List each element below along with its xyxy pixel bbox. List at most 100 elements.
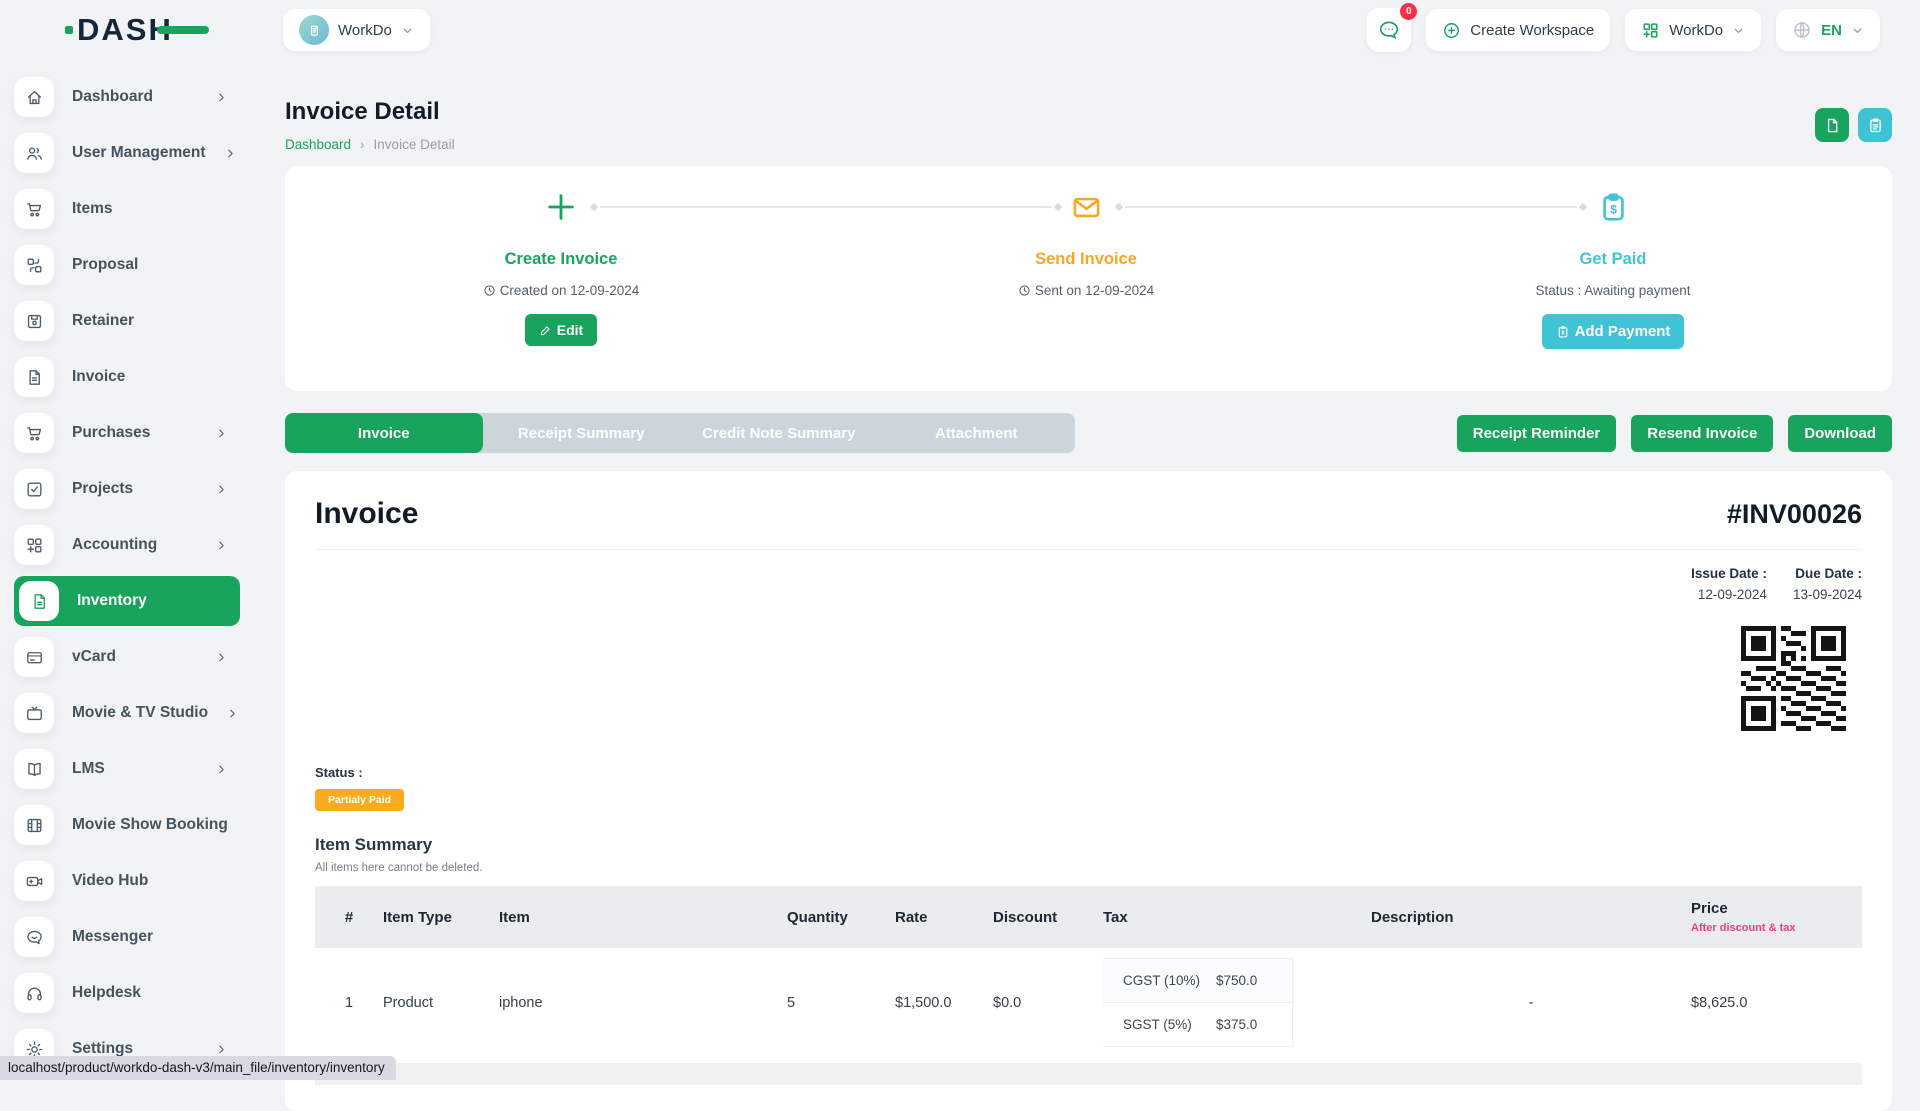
add-payment-button[interactable]: $ Add Payment bbox=[1542, 314, 1685, 349]
issue-date-block: Issue Date : 12-09-2024 bbox=[1691, 566, 1767, 602]
pencil-icon bbox=[539, 324, 552, 337]
sidebar-item-proposal[interactable]: Proposal bbox=[14, 245, 240, 285]
resend-invoice-button[interactable]: Resend Invoice bbox=[1631, 415, 1773, 452]
sidebar-item-label: Inventory bbox=[77, 592, 147, 610]
table-header-row: # Item Type Item Quantity Rate Discount … bbox=[315, 886, 1862, 948]
col-header: # bbox=[315, 909, 383, 926]
svg-text:$: $ bbox=[1610, 202, 1617, 216]
qr-code bbox=[1741, 626, 1846, 731]
home-icon bbox=[14, 77, 54, 117]
tab-attachment[interactable]: Attachment bbox=[878, 413, 1076, 453]
sidebar-item-purchases[interactable]: Purchases bbox=[14, 413, 240, 453]
tab-receipt-summary[interactable]: Receipt Summary bbox=[483, 413, 681, 453]
sidebar-item-items[interactable]: Items bbox=[14, 189, 240, 229]
col-header: Rate bbox=[895, 909, 993, 926]
tax-amount: $750.0 bbox=[1216, 973, 1292, 988]
tax-row: CGST (10%) $750.0 bbox=[1103, 958, 1293, 1002]
chevron-right-icon bbox=[246, 819, 250, 832]
page-header: Invoice Detail Dashboard › Invoice Detai… bbox=[285, 98, 1892, 152]
sidebar-item-helpdesk[interactable]: Helpdesk bbox=[14, 973, 240, 1013]
copy-link-button[interactable] bbox=[1858, 108, 1892, 142]
step-subtitle: Sent on 12-09-2024 bbox=[936, 283, 1236, 298]
messages-count-badge: 0 bbox=[1400, 3, 1417, 20]
sidebar-item-dashboard[interactable]: Dashboard bbox=[14, 77, 240, 117]
retainer-icon bbox=[14, 301, 54, 341]
sidebar-item-movie-show-booking[interactable]: Movie Show Booking bbox=[14, 805, 240, 845]
item-table: # Item Type Item Quantity Rate Discount … bbox=[315, 886, 1862, 1085]
messages-button[interactable]: 0 bbox=[1367, 8, 1411, 52]
users-icon bbox=[14, 133, 54, 173]
workdo-menu-label: WorkDo bbox=[1669, 22, 1723, 39]
chat-icon bbox=[1377, 18, 1401, 42]
sidebar-item-projects[interactable]: Projects bbox=[14, 469, 240, 509]
chevron-right-icon bbox=[215, 1043, 228, 1056]
workspace-switcher-label: WorkDo bbox=[338, 22, 392, 39]
tax-amount: $375.0 bbox=[1216, 1017, 1292, 1032]
tabs-row: InvoiceReceipt SummaryCredit Note Summar… bbox=[285, 413, 1892, 453]
invoice-actions: Receipt Reminder Resend Invoice Download bbox=[1457, 415, 1892, 452]
col-header-price: Price After discount & tax bbox=[1691, 900, 1862, 934]
create-workspace-button[interactable]: Create Workspace bbox=[1426, 9, 1610, 51]
chevron-down-icon bbox=[1851, 24, 1864, 37]
download-button[interactable]: Download bbox=[1788, 415, 1892, 452]
step-send-invoice: Send Invoice Sent on 12-09-2024 bbox=[936, 188, 1236, 298]
cell-rate: $1,500.0 bbox=[895, 995, 993, 1011]
col-header: Quantity bbox=[787, 909, 895, 926]
clipboard-dollar-icon: $ bbox=[1556, 325, 1570, 339]
step-title: Create Invoice bbox=[411, 250, 711, 269]
sidebar-item-lms[interactable]: LMS bbox=[14, 749, 240, 789]
sidebar-item-retainer[interactable]: Retainer bbox=[14, 301, 240, 341]
price-subheader: After discount & tax bbox=[1691, 922, 1862, 934]
sidebar-item-vcard[interactable]: vCard bbox=[14, 637, 240, 677]
sidebar-item-user-management[interactable]: User Management bbox=[14, 133, 240, 173]
sidebar-item-label: Dashboard bbox=[72, 88, 153, 106]
tab-credit-note-summary[interactable]: Credit Note Summary bbox=[680, 413, 878, 453]
cell-description: - bbox=[1371, 995, 1691, 1011]
language-selector[interactable]: EN bbox=[1776, 9, 1880, 51]
issue-date-label: Issue Date : bbox=[1691, 566, 1767, 581]
plus-circle-icon bbox=[1442, 21, 1461, 40]
check-square-icon bbox=[14, 469, 54, 509]
credit-card-icon bbox=[14, 637, 54, 677]
duplicate-invoice-button[interactable] bbox=[1815, 108, 1849, 142]
status-block: Status : Partialy Paid bbox=[315, 765, 1862, 811]
create-workspace-label: Create Workspace bbox=[1470, 22, 1594, 39]
sidebar-item-invoice[interactable]: Invoice bbox=[14, 357, 240, 397]
breadcrumb-dashboard-link[interactable]: Dashboard bbox=[285, 137, 351, 152]
workspace-switcher[interactable]: WorkDo bbox=[283, 9, 430, 51]
main-content: Invoice Detail Dashboard › Invoice Detai… bbox=[250, 0, 1920, 1111]
cart-icon bbox=[14, 189, 54, 229]
issue-date-value: 12-09-2024 bbox=[1691, 587, 1767, 602]
page-title: Invoice Detail bbox=[285, 98, 455, 126]
breadcrumb: Dashboard › Invoice Detail bbox=[285, 137, 455, 152]
sidebar-item-label: Messenger bbox=[72, 928, 153, 946]
topbar: DASH WorkDo 0 Create Workspace bbox=[0, 0, 1920, 60]
sidebar-item-video-hub[interactable]: Video Hub bbox=[14, 861, 240, 901]
receipt-reminder-button[interactable]: Receipt Reminder bbox=[1457, 415, 1617, 452]
edit-invoice-button[interactable]: Edit bbox=[525, 314, 597, 346]
col-header: Item Type bbox=[383, 909, 499, 926]
due-date-block: Due Date : 13-09-2024 bbox=[1793, 566, 1862, 602]
sidebar-item-messenger[interactable]: Messenger bbox=[14, 917, 240, 957]
chevron-right-icon bbox=[215, 539, 228, 552]
book-icon bbox=[14, 749, 54, 789]
step-subtitle: Status : Awaiting payment bbox=[1463, 283, 1763, 298]
sidebar-item-accounting[interactable]: Accounting bbox=[14, 525, 240, 565]
sidebar-item-inventory[interactable]: Inventory bbox=[14, 576, 240, 626]
plus-icon bbox=[411, 188, 711, 226]
sidebar-item-movie-tv-studio[interactable]: Movie & TV Studio bbox=[14, 693, 240, 733]
topbar-actions: 0 Create Workspace WorkDo EN bbox=[1367, 8, 1880, 52]
cell-index: 1 bbox=[315, 995, 383, 1011]
app-logo[interactable]: DASH bbox=[65, 12, 283, 48]
logo-dash-bar bbox=[157, 26, 209, 34]
sidebar-item-label: Helpdesk bbox=[72, 984, 141, 1002]
tax-row: SGST (5%) $375.0 bbox=[1103, 1002, 1293, 1047]
col-header: Tax bbox=[1103, 909, 1371, 926]
item-summary-note: All items here cannot be deleted. bbox=[315, 862, 1862, 874]
clipboard-dollar-icon: $ bbox=[1463, 188, 1763, 226]
tab-invoice[interactable]: Invoice bbox=[285, 413, 483, 453]
chevron-right-icon bbox=[224, 147, 237, 160]
chevron-right-icon bbox=[215, 427, 228, 440]
chevron-down-icon bbox=[1732, 24, 1745, 37]
workdo-menu-button[interactable]: WorkDo bbox=[1625, 9, 1761, 51]
